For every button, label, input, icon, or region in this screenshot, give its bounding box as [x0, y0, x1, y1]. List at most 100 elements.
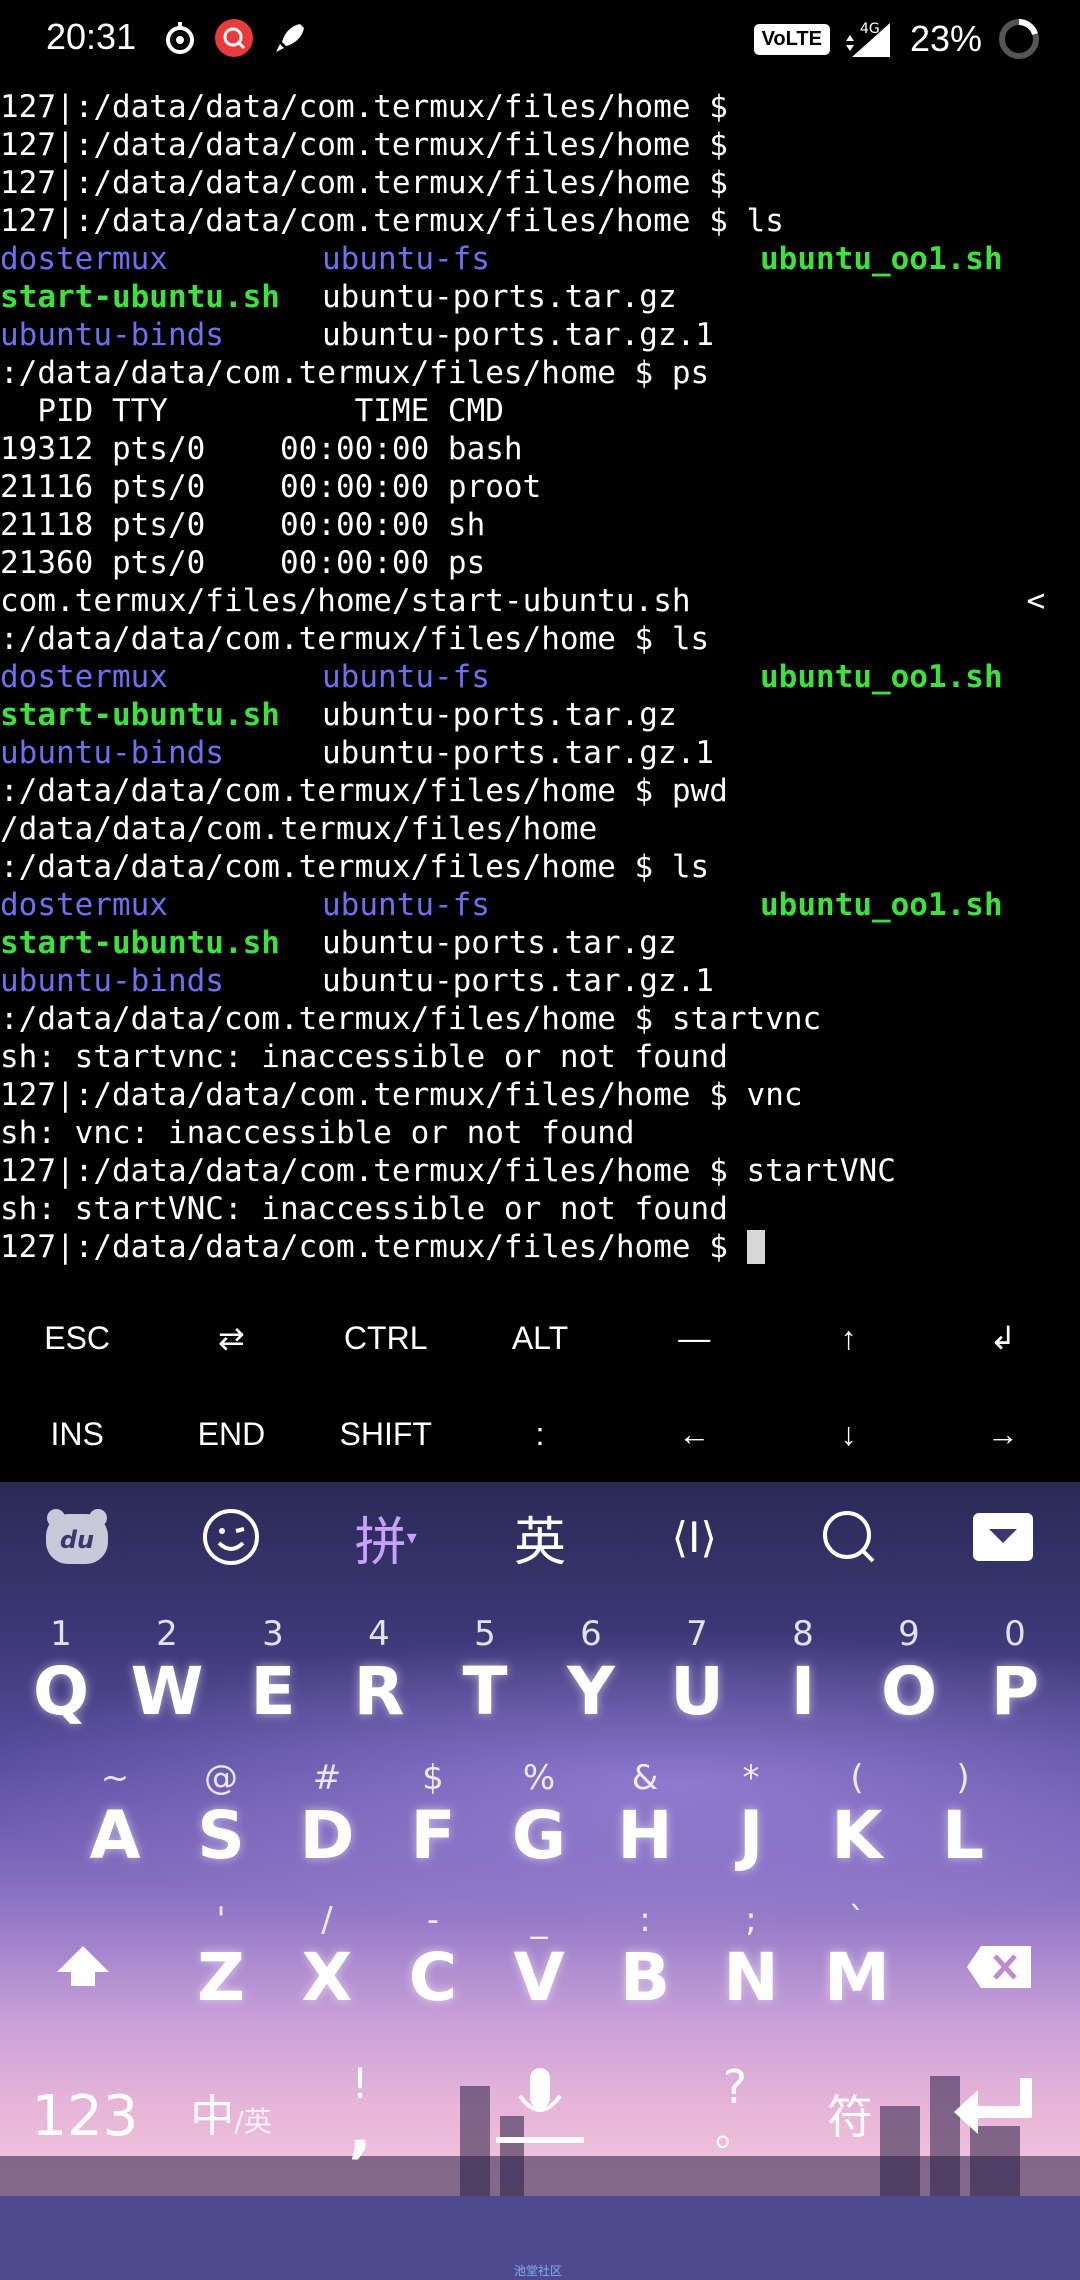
- key-l[interactable]: ) L: [910, 1758, 1016, 1888]
- shift-key[interactable]: [40, 1942, 126, 2022]
- key-h[interactable]: & H: [592, 1758, 698, 1888]
- terminal-line: :/data/data/com.termux/files/home $ ls: [0, 620, 1080, 658]
- terminal-line-text: com.termux/files/home/start-ubuntu.sh <: [0, 583, 1046, 619]
- key-u[interactable]: 7U: [644, 1614, 750, 1744]
- backspace-key[interactable]: [960, 1942, 1040, 2022]
- emoji-button[interactable]: [154, 1482, 308, 1592]
- extra-key[interactable]: ⇄: [154, 1290, 308, 1386]
- soft-keyboard: du 拼 ▾ 英 ⟨I⟩ 1 Q 2 W 3 E 4 R 5 T 6 Y 7 U…: [0, 1482, 1080, 2196]
- symbols-key[interactable]: 符: [810, 2072, 890, 2162]
- key-r[interactable]: 4R: [326, 1614, 432, 1744]
- terminal-line-text: :/data/data/com.termux/files/home $ ls: [0, 849, 710, 885]
- key-y[interactable]: 6Y: [538, 1614, 644, 1744]
- english-mode-button[interactable]: 英: [463, 1482, 617, 1592]
- keyboard-toolbar: du 拼 ▾ 英 ⟨I⟩: [0, 1482, 1080, 1592]
- key-z[interactable]: ' Z: [168, 1900, 274, 2030]
- directory-entry: dostermux: [0, 659, 168, 695]
- status-right: VoLTE 4G 23%: [753, 16, 1042, 62]
- pinyin-mode-button[interactable]: 拼 ▾: [309, 1482, 463, 1592]
- comma-label: ,: [348, 2096, 372, 2166]
- key-f[interactable]: $ F: [380, 1758, 486, 1888]
- key-label: E: [250, 1653, 296, 1730]
- key-j[interactable]: * J: [698, 1758, 804, 1888]
- terminal-cursor[interactable]: [746, 1230, 765, 1264]
- terminal-line: start-ubuntu.sh ubuntu-ports.tar.gz: [0, 278, 1080, 316]
- signal-icon: 4G: [845, 21, 890, 57]
- comma-key[interactable]: ! ,: [330, 2062, 390, 2172]
- key-label: K: [831, 1797, 883, 1874]
- terminal-line: 127|:/data/data/com.termux/files/home $: [0, 164, 1080, 202]
- key-label: Z: [197, 1939, 245, 2016]
- key-label: B: [619, 1939, 671, 2016]
- extra-key[interactable]: ↓: [771, 1386, 925, 1482]
- hide-keyboard-button[interactable]: [926, 1482, 1080, 1592]
- terminal-line-text: 21116 pts/0 00:00:00 proot: [0, 469, 542, 505]
- search-button[interactable]: [771, 1482, 925, 1592]
- numbers-key[interactable]: 123: [30, 2072, 140, 2162]
- executable-entry: ubuntu_oo1.sh: [760, 241, 1003, 277]
- extra-key[interactable]: SHIFT: [309, 1386, 463, 1482]
- key-i[interactable]: 8I: [750, 1614, 856, 1744]
- key-e[interactable]: 3E: [220, 1614, 326, 1744]
- key-t[interactable]: 5T: [432, 1614, 538, 1744]
- key-label: M: [824, 1939, 890, 2016]
- key-hint: 7: [686, 1614, 708, 1654]
- file-entry: ubuntu-ports.tar.gz.1: [322, 317, 714, 353]
- extra-key[interactable]: ESC: [0, 1290, 154, 1386]
- extra-key[interactable]: END: [154, 1386, 308, 1482]
- extra-key[interactable]: ALT: [463, 1290, 617, 1386]
- key-c[interactable]: -C: [380, 1900, 486, 2030]
- period-key[interactable]: ? 。: [700, 2062, 770, 2172]
- extra-keys-row-2: INS END SHIFT: ← ↓ →: [0, 1386, 1080, 1482]
- key-b[interactable]: :B: [592, 1900, 698, 2030]
- terminal-line: :/data/data/com.termux/files/home $ ps: [0, 354, 1080, 392]
- terminal-line: sh: startVNC: inaccessible or not found: [0, 1190, 1080, 1228]
- key-n[interactable]: ; N: [698, 1900, 804, 2030]
- extra-key[interactable]: :: [463, 1386, 617, 1482]
- terminal-output[interactable]: 127|:/data/data/com.termux/files/home $ 1…: [0, 88, 1080, 1266]
- key-w[interactable]: 2W: [114, 1614, 220, 1744]
- extra-keys-bar: ESC ⇄ CTRL ALT — ↑ ↲ INS END SHIFT: ← ↓ →: [0, 1290, 1080, 1482]
- key-label: U: [670, 1653, 724, 1730]
- terminal-line: :/data/data/com.termux/files/home $ ls: [0, 848, 1080, 886]
- terminal-line: 127|:/data/data/com.termux/files/home $ …: [0, 1076, 1080, 1114]
- key-g[interactable]: % G: [486, 1758, 592, 1888]
- key-label: N: [723, 1939, 779, 2016]
- key-k[interactable]: (K: [804, 1758, 910, 1888]
- key-label: H: [617, 1797, 673, 1874]
- enter-key[interactable]: [940, 2072, 1050, 2162]
- key-p[interactable]: 0P: [962, 1614, 1068, 1744]
- battery-percent: 23%: [909, 18, 982, 59]
- key-hint: @: [204, 1758, 238, 1798]
- key-s[interactable]: @ S: [168, 1758, 274, 1888]
- terminal-line-text: PID TTY TIME CMD: [0, 393, 504, 429]
- directory-entry: ubuntu-binds: [0, 963, 224, 999]
- extra-key[interactable]: —: [617, 1290, 771, 1386]
- key-hint: 2: [156, 1614, 178, 1654]
- key-hint: ~: [100, 1758, 130, 1798]
- terminal-prompt: 127|:/data/data/com.termux/files/home $: [0, 1229, 747, 1265]
- extra-key[interactable]: ↑: [771, 1290, 925, 1386]
- extra-key[interactable]: ←: [617, 1386, 771, 1482]
- extra-key[interactable]: INS: [0, 1386, 154, 1482]
- key-d[interactable]: # D: [274, 1758, 380, 1888]
- search-icon: [822, 1511, 874, 1563]
- extra-key[interactable]: CTRL: [309, 1290, 463, 1386]
- key-hint: &: [631, 1758, 659, 1798]
- language-switch-key[interactable]: 中/英: [176, 2072, 286, 2162]
- extra-key[interactable]: →: [926, 1386, 1080, 1482]
- key-m[interactable]: ` M: [804, 1900, 910, 2030]
- key-q[interactable]: 1Q: [8, 1614, 114, 1744]
- terminal-line-text: sh: startvnc: inaccessible or not found: [0, 1039, 728, 1075]
- extra-key[interactable]: ↲: [926, 1290, 1080, 1386]
- key-v[interactable]: _ V: [486, 1900, 592, 2030]
- key-x[interactable]: / X: [274, 1900, 380, 2030]
- space-key[interactable]: [450, 2062, 630, 2172]
- cursor-move-button[interactable]: ⟨I⟩: [617, 1482, 771, 1592]
- key-a[interactable]: ~ A: [62, 1758, 168, 1888]
- key-o[interactable]: 9O: [856, 1614, 962, 1744]
- key-hint: `: [848, 1900, 866, 1940]
- du-logo-button[interactable]: du: [0, 1482, 154, 1592]
- key-label: J: [738, 1797, 764, 1874]
- terminal-line: dostermux ubuntu-fs ubuntu_oo1.sh: [0, 658, 1080, 696]
